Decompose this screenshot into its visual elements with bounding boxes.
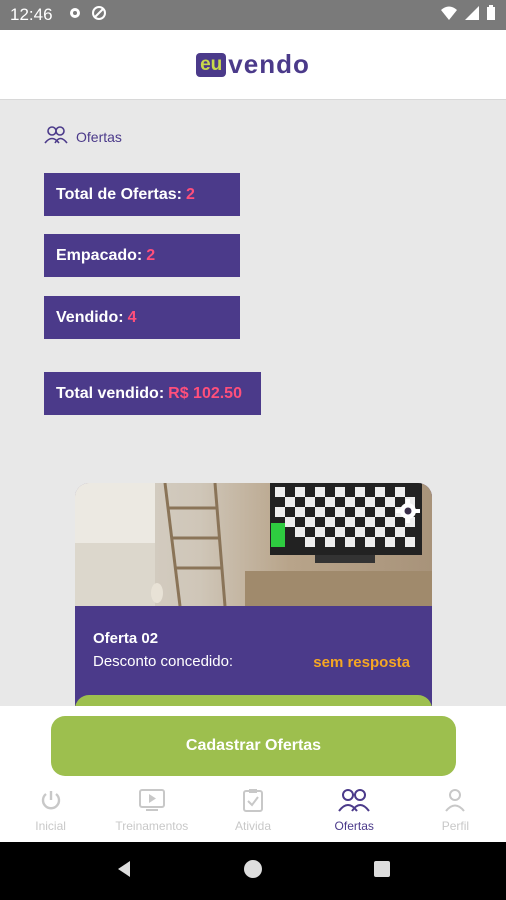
nav-item-treinamentos[interactable]: Treinamentos xyxy=(101,784,202,840)
stat-total-sold: Total vendido: R$ 102.50 xyxy=(44,372,261,415)
clipboard-icon xyxy=(242,788,264,819)
nav-item-ofertas[interactable]: Ofertas xyxy=(304,784,405,840)
nav-item-perfil[interactable]: Perfil xyxy=(405,784,506,840)
status-bar: 12:46 xyxy=(0,0,506,30)
back-icon[interactable] xyxy=(114,859,134,884)
bottom-nav: Inicial Treinamentos Ativida Ofertas Per… xyxy=(0,784,506,840)
stat-packed: Empacado: 2 xyxy=(44,234,240,277)
register-offers-button[interactable]: Cadastrar Ofertas xyxy=(51,716,456,776)
app-header: eu vendo xyxy=(0,30,506,100)
logo-text: vendo xyxy=(228,49,310,79)
nav-item-atividades[interactable]: Ativida xyxy=(202,784,303,840)
discount-status: sem resposta xyxy=(313,654,410,671)
app-logo: eu vendo xyxy=(196,49,310,80)
user-icon xyxy=(443,788,467,819)
bottom-area: Cadastrar Ofertas Inicial Treinamentos A… xyxy=(0,706,506,842)
stat-value: 2 xyxy=(185,185,195,203)
nav-label: Ativida xyxy=(234,819,272,833)
stat-label: Empacado: xyxy=(56,246,143,264)
offer-image xyxy=(75,483,432,607)
stat-value: 2 xyxy=(146,246,156,264)
stat-label: Vendido: xyxy=(56,308,124,326)
status-time: 12:46 xyxy=(10,5,53,24)
settings-icon xyxy=(67,5,83,26)
stat-value: R$ 102.50 xyxy=(168,384,242,402)
main-content: Ofertas Total de Ofertas: 2 Empacado: 2 … xyxy=(0,100,506,706)
section-title: Ofertas xyxy=(76,128,122,145)
stat-label: Total de Ofertas: xyxy=(56,185,182,203)
offer-card-body: Oferta 02 Desconto concedido: sem respos… xyxy=(75,606,432,706)
stat-sold: Vendido: 4 xyxy=(44,296,240,339)
logo-badge: eu xyxy=(196,52,227,77)
offer-title: Oferta 02 xyxy=(93,630,159,647)
nav-item-inicial[interactable]: Inicial xyxy=(0,784,101,840)
nav-label: Inicial xyxy=(35,819,66,833)
nav-label: Treinamentos xyxy=(115,819,189,833)
users-icon xyxy=(44,126,76,147)
system-nav-bar xyxy=(0,842,506,900)
discount-label: Desconto concedido: xyxy=(93,653,234,670)
stat-value: 4 xyxy=(127,308,137,326)
home-icon[interactable] xyxy=(243,859,263,884)
users-icon xyxy=(337,788,371,819)
card-action-button[interactable] xyxy=(75,695,432,706)
play-icon xyxy=(138,788,166,819)
power-icon xyxy=(39,788,63,819)
offer-card[interactable]: Oferta 02 Desconto concedido: sem respos… xyxy=(75,483,432,706)
signal-icon xyxy=(464,5,480,26)
nav-label: Perfil xyxy=(441,819,470,833)
wifi-icon xyxy=(440,5,458,26)
stat-total-offers: Total de Ofertas: 2 xyxy=(44,173,240,216)
battery-icon xyxy=(486,4,496,26)
sync-icon xyxy=(91,5,107,26)
settings-icon[interactable] xyxy=(396,499,420,528)
nav-label: Ofertas xyxy=(334,819,374,833)
recents-icon[interactable] xyxy=(372,859,392,884)
section-header: Ofertas xyxy=(44,126,122,147)
stat-label: Total vendido: xyxy=(56,384,165,402)
